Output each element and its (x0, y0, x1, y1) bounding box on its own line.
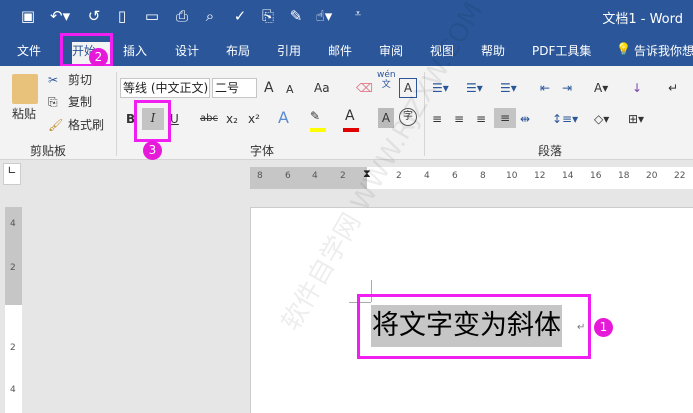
undo-icon[interactable]: ↶▾ (50, 7, 70, 25)
title-bar: ▣ ↶▾ ↺ ▯ ▭ ⎙ ⌕ ✓ ⎘ ✎ ☝▾ ⩡ 文档1 - Word (0, 0, 693, 34)
text-effects-button[interactable]: A (278, 108, 289, 128)
ruler-tick: 8 (480, 171, 486, 181)
ruler-tick: 20 (646, 171, 658, 181)
shading-icon[interactable]: ◇▾ (594, 109, 609, 129)
ruler-tick: 12 (534, 171, 546, 181)
tab-file[interactable]: 文件 (17, 42, 41, 59)
font-name-select[interactable]: 等线 (中文正文) (120, 78, 210, 98)
attach-icon[interactable]: ⎘ (258, 7, 278, 25)
ruler-tick: 4 (312, 171, 318, 181)
format-painter-button[interactable]: 格式刷 (68, 115, 104, 135)
ruler-tick: 16 (590, 171, 602, 181)
change-case-button[interactable]: Aa (314, 78, 330, 98)
ribbon: 粘贴 ✂ 剪切 ⎘ 复制 🖌 格式刷 剪贴板 等线 (中文正文) 二号 A A … (0, 66, 693, 160)
ruler-tick: 4 (10, 219, 16, 229)
open-folder-icon[interactable]: ▭ (142, 7, 162, 25)
format-painter-icon: 🖌 (48, 118, 64, 132)
edit-icon[interactable]: ✎ (286, 7, 306, 25)
spell-check-icon[interactable]: ✓ (230, 7, 250, 25)
highlighter-icon[interactable]: ✎ (310, 106, 320, 126)
tab-selector-icon[interactable]: ∟ (3, 163, 21, 185)
pinyin-bottom: 文 (381, 80, 391, 90)
ruler-tick: 2 (10, 263, 16, 273)
ruler-tick: 4 (424, 171, 430, 181)
phonetic-guide-button[interactable]: wén 文 (377, 70, 396, 90)
customize-toolbar-icon[interactable]: ⩡ (348, 7, 368, 21)
tab-help[interactable]: 帮助 (481, 42, 505, 59)
ruler-tick: 4 (10, 385, 16, 395)
borders-icon[interactable]: ⊞▾ (628, 109, 644, 129)
tab-layout[interactable]: 布局 (226, 42, 250, 59)
clear-format-icon[interactable]: ⌫ (356, 78, 373, 98)
highlight-box-italic (134, 100, 171, 142)
line-spacing-icon[interactable]: ↕≡▾ (552, 109, 578, 129)
superscript-button[interactable]: x² (248, 109, 260, 129)
underline-button[interactable]: U (170, 109, 179, 129)
strikethrough-button[interactable]: abc (200, 109, 218, 129)
ruler-tick: 6 (452, 171, 458, 181)
vertical-ruler[interactable]: 4 2 2 4 (5, 207, 22, 413)
touch-mode-icon[interactable]: ☝▾ (314, 7, 334, 25)
step-badge-2: 2 (89, 48, 108, 67)
save-icon[interactable]: ▣ (18, 7, 38, 25)
print-preview-icon[interactable]: ⌕ (200, 7, 220, 25)
tab-insert[interactable]: 插入 (123, 42, 147, 59)
ruler-tick: 18 (618, 171, 630, 181)
grow-font-button[interactable]: A (264, 78, 274, 98)
ruler-tick: 10 (506, 171, 518, 181)
tab-references[interactable]: 引用 (277, 42, 301, 59)
print-icon[interactable]: ⎙ (172, 7, 192, 25)
align-center-icon[interactable]: ≡ (454, 109, 464, 129)
ruler-tick: 6 (285, 171, 291, 181)
sort-icon[interactable]: ↓ (632, 78, 642, 98)
align-left-icon[interactable]: ≡ (432, 109, 442, 129)
show-marks-icon[interactable]: ↵ (668, 78, 678, 98)
ruler-tick: 2 (340, 171, 346, 181)
increase-indent-icon[interactable]: ⇥ (562, 78, 572, 98)
window-title: 文档1 - Word (602, 12, 683, 27)
justify-icon[interactable]: ≡ (494, 108, 516, 128)
horizontal-ruler[interactable]: 8 6 4 2 ⧗ 2 4 6 8 10 12 14 16 18 20 22 (250, 167, 693, 189)
subscript-button[interactable]: x₂ (226, 109, 238, 129)
font-color-bar (343, 128, 359, 132)
decrease-indent-icon[interactable]: ⇤ (540, 78, 550, 98)
cut-button[interactable]: 剪切 (68, 70, 92, 90)
font-size-select[interactable]: 二号 (212, 78, 257, 98)
lightbulb-icon: 💡 (616, 42, 631, 56)
redo-icon[interactable]: ↺ (84, 7, 104, 25)
scissors-icon: ✂ (48, 73, 59, 87)
clipboard-group-label: 剪贴板 (30, 144, 67, 158)
step-badge-3: 3 (143, 141, 162, 160)
text-direction-icon[interactable]: A▾ (594, 78, 608, 98)
copy-icon: ⎘ (48, 95, 58, 109)
tab-review[interactable]: 审阅 (379, 42, 403, 59)
step-badge-1: 1 (594, 318, 613, 337)
tell-me-search[interactable]: 告诉我你想 (634, 42, 693, 59)
paste-button[interactable]: 粘贴 (12, 104, 36, 124)
tab-pdf-tools[interactable]: PDF工具集 (532, 42, 591, 59)
highlight-box-text (357, 294, 591, 359)
multilevel-list-icon[interactable]: ☰▾ (500, 78, 517, 98)
ruler-tick: 2 (10, 343, 16, 353)
copy-button[interactable]: 复制 (68, 92, 92, 112)
numbering-icon[interactable]: ☰▾ (466, 78, 483, 98)
ruler-tick: 22 (674, 171, 686, 181)
tab-mailings[interactable]: 邮件 (328, 42, 352, 59)
font-color-button[interactable]: A (345, 106, 355, 126)
paragraph-group-label: 段落 (538, 144, 563, 158)
ruler-tick: 14 (562, 171, 574, 181)
highlight-color-bar (310, 128, 326, 132)
align-right-icon[interactable]: ≡ (476, 109, 486, 129)
ruler-tick: 8 (257, 171, 263, 181)
shrink-font-button[interactable]: A (286, 80, 294, 100)
new-document-icon[interactable]: ▯ (112, 7, 132, 25)
tab-design[interactable]: 设计 (175, 42, 199, 59)
font-group-label: 字体 (250, 144, 275, 158)
distributed-icon[interactable]: ⇹ (520, 109, 530, 129)
pinyin-top: wén (377, 70, 396, 80)
paste-icon[interactable] (12, 74, 38, 104)
